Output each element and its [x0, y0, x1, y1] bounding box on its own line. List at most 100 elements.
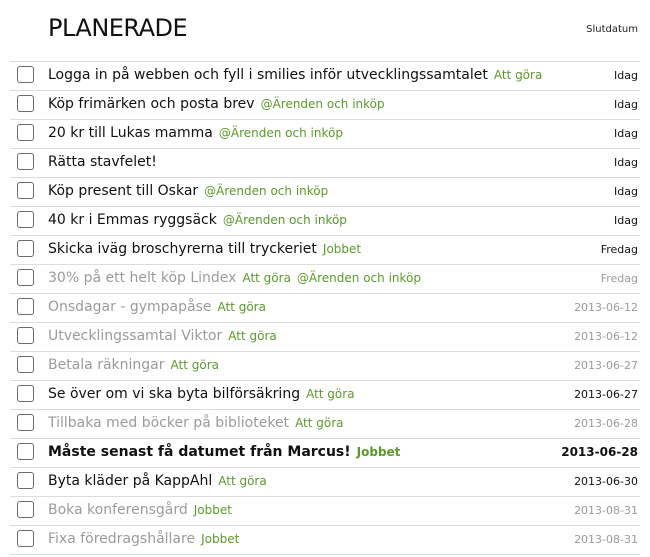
- task-title[interactable]: Skicka iväg broschyrerna till tryckeriet…: [48, 241, 361, 257]
- task-due-date: 2013-06-28: [574, 417, 638, 430]
- task-checkbox[interactable]: [17, 95, 34, 112]
- task-tag[interactable]: Jobbet: [323, 242, 361, 256]
- task-text: Se över om vi ska byta bilförsäkring: [48, 386, 301, 402]
- task-tag[interactable]: @Ärenden och inköp: [261, 97, 385, 111]
- task-text: Skicka iväg broschyrerna till tryckeriet: [48, 241, 317, 257]
- task-checkbox[interactable]: [17, 327, 34, 344]
- task-text: Köp frimärken och posta brev: [48, 96, 255, 112]
- task-title[interactable]: Onsdagar - gympapåse Att göra: [48, 299, 266, 315]
- task-text: 30% på ett helt köp Lindex: [48, 270, 237, 286]
- task-tag[interactable]: @Ärenden och inköp: [223, 213, 347, 227]
- task-row[interactable]: Måste senast få datumet från Marcus! Jobb…: [10, 439, 640, 468]
- task-title[interactable]: Tillbaka med böcker på biblioteket Att gö…: [48, 415, 344, 431]
- task-text: 40 kr i Emmas ryggsäck: [48, 212, 217, 228]
- task-checkbox[interactable]: [17, 443, 34, 460]
- task-due-date: Fredag: [600, 243, 638, 256]
- task-checkbox[interactable]: [17, 211, 34, 228]
- task-text: Betala räkningar: [48, 357, 165, 373]
- task-title[interactable]: Byta kläder på KappAhl Att göra: [48, 473, 267, 489]
- task-title[interactable]: Utvecklingssamtal Viktor Att göra: [48, 328, 277, 344]
- task-checkbox[interactable]: [17, 472, 34, 489]
- task-row[interactable]: 30% på ett helt köp Lindex Att göra @Ärend…: [10, 265, 640, 294]
- task-title[interactable]: Fixa föredragshållare Jobbet: [48, 531, 239, 547]
- task-checkbox[interactable]: [17, 153, 34, 170]
- task-due-date: 2013-08-31: [574, 533, 638, 546]
- task-row[interactable]: Utvecklingssamtal Viktor Att göra 2013-06-…: [10, 323, 640, 352]
- task-checkbox[interactable]: [17, 501, 34, 518]
- task-text: Tillbaka med böcker på biblioteket: [48, 415, 290, 431]
- task-text: Onsdagar - gympapåse: [48, 299, 212, 315]
- task-due-date: Idag: [614, 214, 638, 227]
- task-title[interactable]: Se över om vi ska byta bilförsäkring Att …: [48, 386, 355, 402]
- task-title[interactable]: 30% på ett helt köp Lindex Att göra @Ärend…: [48, 270, 421, 286]
- task-row[interactable]: 40 kr i Emmas ryggsäck @Ärenden och inköp…: [10, 207, 640, 236]
- task-row[interactable]: Köp frimärken och posta brev @Ärenden och…: [10, 91, 640, 120]
- task-tag[interactable]: Att göra: [218, 474, 266, 488]
- task-due-date: Fredag: [600, 272, 638, 285]
- task-due-date: Idag: [614, 127, 638, 140]
- task-checkbox[interactable]: [17, 240, 34, 257]
- task-due-date: Idag: [614, 156, 638, 169]
- task-tag[interactable]: @Ärenden och inköp: [297, 271, 421, 285]
- task-row[interactable]: Betala räkningar Att göra 2013-06-27: [10, 352, 640, 381]
- task-title[interactable]: Rätta stavfelet!: [48, 154, 157, 170]
- task-due-date: 2013-06-27: [574, 388, 638, 401]
- task-title[interactable]: Boka konferensgård Jobbet: [48, 502, 232, 518]
- task-checkbox[interactable]: [17, 66, 34, 83]
- task-title[interactable]: Logga in på webben och fyll i smilies in…: [48, 67, 542, 83]
- task-title[interactable]: 20 kr till Lukas mamma @Ärenden och inköp: [48, 125, 343, 141]
- task-due-date: 2013-06-27: [574, 359, 638, 372]
- task-checkbox[interactable]: [17, 124, 34, 141]
- task-checkbox[interactable]: [17, 385, 34, 402]
- task-row[interactable]: Skicka iväg broschyrerna till tryckeriet…: [10, 236, 640, 265]
- task-tag[interactable]: Jobbet: [194, 503, 232, 517]
- task-list: Logga in på webben och fyll i smilies in…: [10, 61, 640, 555]
- task-title[interactable]: Måste senast få datumet från Marcus! Jobb…: [48, 444, 400, 460]
- task-text: Boka konferensgård: [48, 502, 188, 518]
- task-text: Utvecklingssamtal Viktor: [48, 328, 223, 344]
- task-title[interactable]: 40 kr i Emmas ryggsäck @Ärenden och inköp: [48, 212, 347, 228]
- task-due-date: 2013-06-12: [574, 330, 638, 343]
- task-checkbox[interactable]: [17, 182, 34, 199]
- task-text: Rätta stavfelet!: [48, 154, 157, 170]
- task-title[interactable]: Köp present till Oskar @Ärenden och inköp: [48, 183, 328, 199]
- task-text: 20 kr till Lukas mamma: [48, 125, 213, 141]
- task-tag[interactable]: Att göra: [217, 300, 265, 314]
- task-row[interactable]: 20 kr till Lukas mamma @Ärenden och inköp…: [10, 120, 640, 149]
- task-row[interactable]: Rätta stavfelet! Idag: [10, 149, 640, 178]
- task-text: Fixa föredragshållare: [48, 531, 196, 547]
- page-header: PLANERADE Slutdatum: [0, 0, 650, 58]
- task-due-date: 2013-06-12: [574, 301, 638, 314]
- task-tag[interactable]: @Ärenden och inköp: [204, 184, 328, 198]
- task-row[interactable]: Byta kläder på KappAhl Att göra 2013-06-30: [10, 468, 640, 497]
- task-text: Köp present till Oskar: [48, 183, 199, 199]
- task-title[interactable]: Betala räkningar Att göra: [48, 357, 219, 373]
- task-checkbox[interactable]: [17, 414, 34, 431]
- task-row[interactable]: Fixa föredragshållare Jobbet 2013-08-31: [10, 526, 640, 555]
- task-due-date: Idag: [614, 185, 638, 198]
- task-row[interactable]: Onsdagar - gympapåse Att göra 2013-06-12: [10, 294, 640, 323]
- task-checkbox[interactable]: [17, 530, 34, 547]
- task-tag[interactable]: @Ärenden och inköp: [219, 126, 343, 140]
- task-checkbox[interactable]: [17, 269, 34, 286]
- task-tag[interactable]: Att göra: [242, 271, 290, 285]
- task-tag[interactable]: Jobbet: [201, 532, 239, 546]
- task-row[interactable]: Köp present till Oskar @Ärenden och inköp…: [10, 178, 640, 207]
- task-row[interactable]: Se över om vi ska byta bilförsäkring Att …: [10, 381, 640, 410]
- task-checkbox[interactable]: [17, 298, 34, 315]
- task-tag[interactable]: Att göra: [228, 329, 276, 343]
- task-row[interactable]: Boka konferensgård Jobbet 2013-08-31: [10, 497, 640, 526]
- task-due-date: Idag: [614, 69, 638, 82]
- task-tag[interactable]: Jobbet: [357, 445, 401, 459]
- task-text: Logga in på webben och fyll i smilies in…: [48, 67, 488, 83]
- task-tag[interactable]: Att göra: [494, 68, 542, 82]
- task-tag[interactable]: Att göra: [306, 387, 354, 401]
- task-due-date: 2013-08-31: [574, 504, 638, 517]
- sort-by-end-date-link[interactable]: Slutdatum: [586, 24, 638, 35]
- task-tag[interactable]: Att göra: [171, 358, 219, 372]
- task-checkbox[interactable]: [17, 356, 34, 373]
- task-row[interactable]: Tillbaka med böcker på biblioteket Att gö…: [10, 410, 640, 439]
- task-title[interactable]: Köp frimärken och posta brev @Ärenden och…: [48, 96, 385, 112]
- task-row[interactable]: Logga in på webben och fyll i smilies in…: [10, 62, 640, 91]
- task-tag[interactable]: Att göra: [295, 416, 343, 430]
